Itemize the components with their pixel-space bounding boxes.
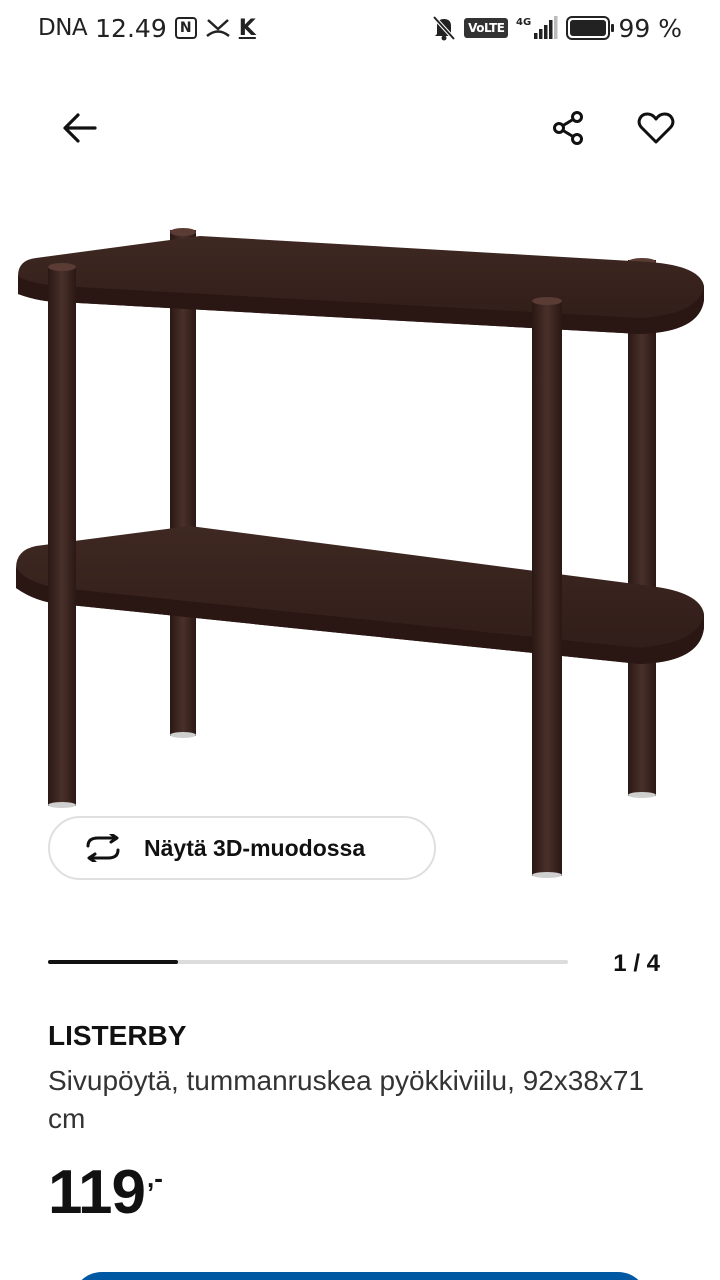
status-bar: DNA 12.49 N K VoLTE 4G 99 % xyxy=(0,0,720,56)
add-to-cart-button[interactable] xyxy=(72,1272,648,1280)
clock: 12.49 xyxy=(95,13,167,43)
battery-icon xyxy=(566,16,615,40)
missed-call-icon xyxy=(205,17,231,39)
product-name: LISTERBY xyxy=(48,1020,187,1051)
product-page: DNA 12.49 N K VoLTE 4G 99 % Näytä 3D-muo… xyxy=(0,0,720,1280)
product-image[interactable] xyxy=(0,210,720,890)
status-left: DNA 12.49 N K xyxy=(38,14,256,43)
product-description: Sivupöytä, tummanruskea pyökkiviilu, 92x… xyxy=(48,1065,645,1134)
rotate-3d-icon xyxy=(86,834,120,862)
k-app-icon: K xyxy=(238,15,256,41)
arrow-left-icon xyxy=(63,113,97,143)
heart-icon xyxy=(637,112,675,144)
status-right: VoLTE 4G 99 % xyxy=(432,14,682,43)
nfc-icon: N xyxy=(174,17,197,39)
share-icon xyxy=(553,111,583,145)
mute-bell-icon xyxy=(432,15,456,41)
volte-badge: VoLTE xyxy=(464,18,509,38)
gallery-progress-fill xyxy=(48,960,178,964)
view-3d-label: Näytä 3D-muodossa xyxy=(144,834,366,861)
product-price: 119 ,- xyxy=(48,1158,163,1228)
gallery-progress-bar xyxy=(48,960,568,964)
carrier-label: DNA xyxy=(38,15,88,41)
signal-icon: 4G xyxy=(516,15,558,41)
price-suffix: ,- xyxy=(147,1163,163,1193)
price-amount: 119 xyxy=(48,1158,146,1227)
share-button[interactable] xyxy=(538,98,598,158)
battery-fill xyxy=(570,20,607,36)
battery-percent: 99 % xyxy=(618,13,682,43)
gallery-page-counter: 1 / 4 xyxy=(613,950,660,977)
back-button[interactable] xyxy=(50,98,110,158)
favorite-button[interactable] xyxy=(626,98,686,158)
view-3d-button[interactable]: Näytä 3D-muodossa xyxy=(48,816,436,880)
network-type-label: 4G xyxy=(516,17,531,28)
